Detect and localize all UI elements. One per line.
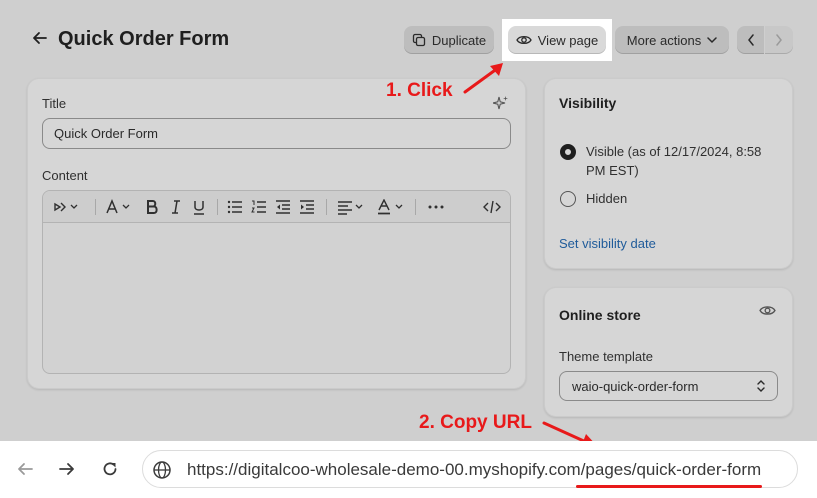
- browser-reload-icon[interactable]: [100, 459, 120, 479]
- page-header: Quick Order Form Duplicate View page Mor…: [28, 19, 793, 61]
- italic-icon: [172, 200, 180, 214]
- next-page-button[interactable]: [765, 26, 793, 54]
- more-actions-button[interactable]: More actions: [615, 26, 729, 54]
- visible-label: Visible (as of 12/17/2024, 8:58 PM EST): [586, 144, 762, 178]
- theme-template-value: waio-quick-order-form: [572, 379, 699, 394]
- url-path-underline: [576, 485, 762, 488]
- content-label: Content: [42, 168, 88, 183]
- bulleted-list-button[interactable]: [227, 198, 243, 216]
- toolbar-separator: [326, 199, 327, 215]
- chevron-right-icon: [776, 34, 782, 46]
- view-page-label: View page: [537, 32, 599, 48]
- title-label: Title: [42, 96, 67, 111]
- url-text: https://digitalcoo-wholesale-demo-00.mys…: [187, 460, 761, 480]
- italic-button[interactable]: [169, 198, 183, 216]
- online-store-heading: Online store: [559, 307, 641, 323]
- annotation-step-1: 1. Click: [386, 80, 453, 101]
- admin-page: Quick Order Form Duplicate View page Mor…: [0, 0, 817, 441]
- url-host: https://digitalcoo-wholesale-demo-00.mys…: [187, 460, 581, 479]
- url-path: /pages/quick-order-form: [580, 460, 762, 479]
- toolbar-separator: [217, 199, 218, 215]
- toolbar-separator: [95, 199, 96, 215]
- page-content-card: Title Quick Order Form Content: [27, 78, 526, 389]
- select-chevron-icon: [757, 380, 765, 392]
- chevron-left-icon: [747, 34, 754, 46]
- theme-template-label: Theme template: [559, 349, 653, 364]
- underline-icon: [194, 201, 204, 215]
- bold-button[interactable]: [145, 198, 159, 216]
- font-size-button[interactable]: [105, 198, 135, 216]
- bold-icon: [147, 200, 158, 214]
- arrow-left-icon[interactable]: [30, 28, 50, 48]
- annotation-arrow-icon: [463, 63, 503, 94]
- duplicate-button[interactable]: Duplicate: [404, 26, 494, 54]
- more-formatting-button[interactable]: [427, 198, 445, 216]
- theme-template-select[interactable]: waio-quick-order-form: [559, 371, 778, 401]
- more-actions-label: More actions: [626, 32, 702, 48]
- hidden-radio[interactable]: [560, 191, 576, 207]
- bullet-list-icon: [227, 200, 242, 214]
- set-visibility-date-link[interactable]: Set visibility date: [559, 236, 656, 251]
- visibility-heading: Visibility: [559, 95, 617, 111]
- duplicate-label: Duplicate: [431, 32, 487, 48]
- eye-icon: [516, 35, 532, 45]
- align-left-icon: [338, 201, 363, 215]
- rich-text-editor[interactable]: [42, 190, 511, 374]
- globe-icon[interactable]: [152, 460, 172, 480]
- browser-back-icon[interactable]: [15, 459, 35, 479]
- view-page-button[interactable]: View page: [508, 26, 606, 54]
- html-view-button[interactable]: [483, 198, 501, 216]
- chevron-down-icon: [707, 37, 717, 44]
- code-icon: [483, 200, 501, 214]
- underline-button[interactable]: [192, 198, 206, 216]
- outdent-icon: [276, 200, 290, 214]
- duplicate-icon: [412, 33, 426, 47]
- text-size-icon: [106, 199, 130, 214]
- online-store-card: Online store Theme template waio-quick-o…: [544, 287, 793, 417]
- browser-forward-icon[interactable]: [57, 459, 77, 479]
- text-color-button[interactable]: [377, 198, 407, 216]
- more-horizontal-icon: [428, 205, 444, 209]
- hidden-label: Hidden: [586, 191, 628, 206]
- numbered-list-button[interactable]: [251, 198, 267, 216]
- sparkle-icon[interactable]: [493, 95, 509, 111]
- text-color-icon: [378, 199, 403, 215]
- magic-format-icon: [54, 202, 78, 212]
- page-title: Quick Order Form: [58, 28, 230, 50]
- indent-icon: [300, 200, 314, 214]
- editor-toolbar: [43, 191, 510, 223]
- outdent-button[interactable]: [275, 198, 291, 216]
- visibility-card: Visibility Visible (as of 12/17/2024, 8:…: [544, 78, 793, 269]
- align-button[interactable]: [337, 198, 367, 216]
- indent-button[interactable]: [299, 198, 315, 216]
- toolbar-separator: [415, 199, 416, 215]
- magic-format-button[interactable]: [53, 198, 81, 216]
- title-input[interactable]: Quick Order Form: [42, 118, 511, 149]
- previous-page-button[interactable]: [737, 26, 764, 54]
- numbered-list-icon: [251, 200, 266, 213]
- visible-radio[interactable]: [560, 144, 576, 160]
- address-bar[interactable]: https://digitalcoo-wholesale-demo-00.mys…: [142, 450, 798, 488]
- annotation-step-2: 2. Copy URL: [419, 412, 532, 433]
- browser-toolbar: https://digitalcoo-wholesale-demo-00.mys…: [0, 441, 817, 498]
- eye-icon[interactable]: [759, 304, 776, 317]
